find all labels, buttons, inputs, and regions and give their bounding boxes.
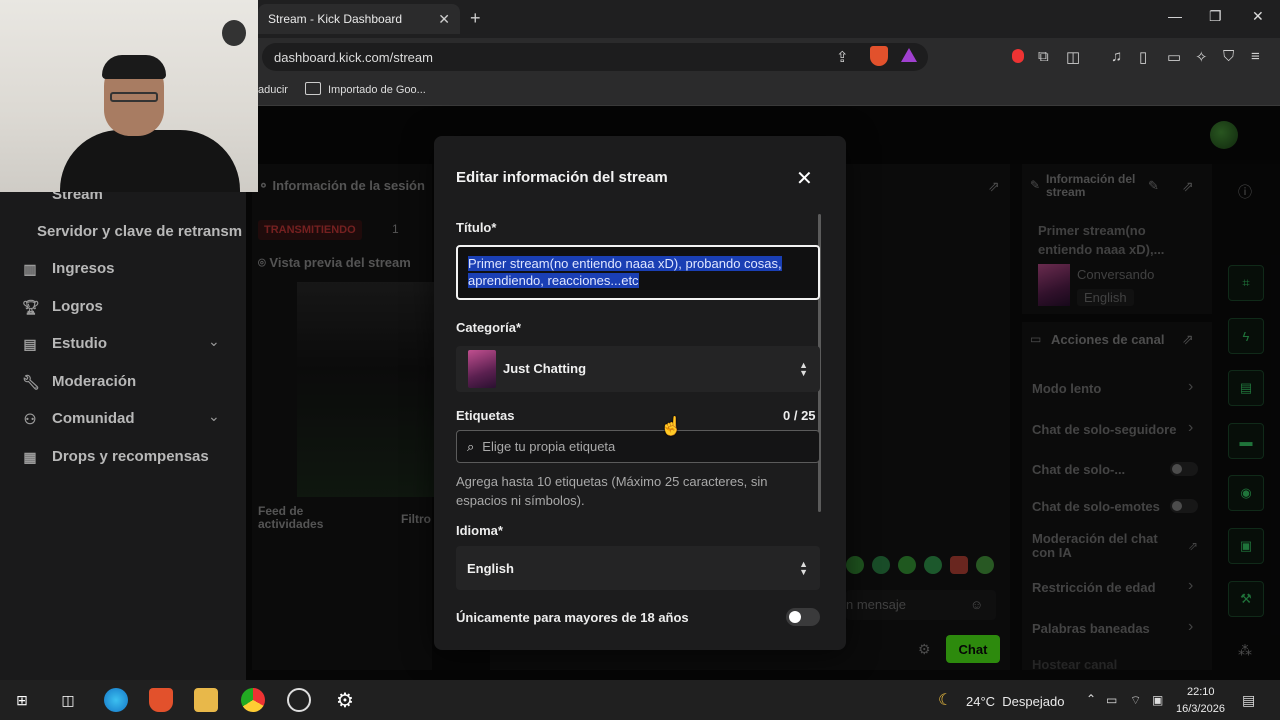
chevron-down-icon[interactable]: ⌄ [208,333,220,350]
brave-rewards-icon[interactable] [901,48,917,62]
url-text: dashboard.kick.com/stream [274,49,433,65]
sidebar-item-logros[interactable]: 🏆︎ Logros [22,298,103,315]
sidebar-icon[interactable]: ▯ [1139,48,1147,66]
edit-stream-modal: Editar información del stream ✕ Título* … [434,136,846,650]
leo-ai-icon[interactable]: ✧ [1195,48,1208,66]
url-field[interactable]: dashboard.kick.com/stream [262,43,928,71]
browser-tab[interactable]: Stream - Kick Dashboard ✕ [258,4,460,34]
studio-icon: ▤ [23,335,37,352]
windows-start-icon[interactable]: ⊞ [10,688,34,712]
bookmark-folder[interactable]: Importado de Goo... [328,84,426,96]
tags-label: Etiquetas [456,408,515,423]
task-view-icon[interactable]: ◫ [56,688,80,712]
media-icon[interactable]: ♫ [1111,48,1122,65]
sidebar-item-ingresos[interactable]: ▥ Ingresos [22,260,115,277]
share-icon[interactable]: ⇪ [836,48,849,66]
moon-weather-icon: ☾ [938,692,953,709]
tags-help-text: Agrega hasta 10 etiquetas (Máximo 25 car… [456,474,768,508]
sidebar-item-label: Logros [52,298,103,315]
wifi-icon[interactable]: ⌔ [1130,693,1141,708]
chart-icon: ▥ [23,260,37,277]
category-select[interactable]: Just Chatting ▲ ▼ [456,346,820,392]
tab-close-icon[interactable]: ✕ [438,11,450,28]
network-icon[interactable]: ▣ [1152,693,1163,707]
edge-icon[interactable] [104,688,128,712]
clock-date[interactable]: 16/3/2026 [1176,703,1225,715]
weather-text[interactable]: 24°C Despejado [966,694,1064,709]
sidebar-item-label: Moderación [52,373,137,390]
tags-count: 0 / 25 [783,408,816,423]
category-value: Just Chatting [503,361,587,376]
sidebar-item-drops[interactable]: ▦ Drops y recompensas [22,448,209,465]
trophy-icon: 🏆︎ [22,298,40,315]
menu-icon[interactable]: ≡ [1251,48,1260,65]
brave-icon[interactable] [149,688,173,712]
brave-shield-icon[interactable] [870,46,888,66]
screenshot-icon[interactable]: ◫ [1066,48,1080,66]
record-extension-icon[interactable] [1012,49,1024,63]
title-input-value: Primer stream(no entiendo naaa xD), prob… [468,256,782,288]
vpn-icon[interactable]: ⛉ [1223,48,1234,65]
maximize-icon[interactable]: ❐ [1209,8,1222,25]
sidebar-item-comunidad[interactable]: ⚇ Comunidad [22,410,135,427]
file-explorer-icon[interactable] [194,688,218,712]
sidebar-item-label: Drops y recompensas [52,448,209,465]
category-thumbnail [468,350,496,388]
select-arrows-icon: ▲ ▼ [799,360,808,378]
new-tab-button[interactable]: + [470,8,481,29]
sidebar-item-label: Comunidad [52,410,135,427]
webcam-person-glasses [110,92,158,102]
select-arrows-icon: ▲ ▼ [799,559,808,577]
tray-hardware-icon[interactable]: ▭ [1106,693,1117,707]
language-value: English [467,560,514,576]
webcam-background-object [222,20,246,46]
close-icon[interactable]: ✕ [796,166,813,191]
minimize-icon[interactable]: — [1168,8,1182,24]
category-label: Categoría* [456,320,522,335]
sidebar-item-label: Estudio [52,335,107,352]
bookmark-translate[interactable]: aducir [258,84,288,96]
wrench-icon: 🔧︎ [22,373,40,390]
modal-title: Editar información del stream [456,169,668,186]
tray-overflow-icon[interactable]: ⌃ [1086,692,1096,706]
tags-input-placeholder: Elige tu propia etiqueta [482,439,616,454]
adult-only-label: Únicamente para mayores de 18 años [456,610,689,625]
chrome-icon[interactable] [241,688,265,712]
webcam-overlay [0,0,258,192]
sidebar-item-estudio[interactable]: ▤ Estudio [22,335,107,352]
webcam-person-body [60,130,240,192]
sidebar-item-moderacion[interactable]: 🔧︎ Moderación [22,373,136,390]
tags-input[interactable]: ⌕ Elige tu propia etiqueta [456,430,820,463]
title-input[interactable]: Primer stream(no entiendo naaa xD), prob… [456,245,820,300]
chevron-down-icon[interactable]: ⌄ [208,408,220,425]
community-icon: ⚇ [23,410,37,427]
language-select[interactable]: English ▲ ▼ [456,546,820,590]
clock-time[interactable]: 22:10 [1187,686,1215,698]
notifications-icon[interactable]: ▤ [1242,692,1255,709]
window-close-icon[interactable]: ✕ [1252,8,1264,25]
search-icon: ⌕ [467,438,475,454]
adult-only-toggle[interactable] [786,608,820,626]
language-label: Idioma* [456,523,503,538]
sidebar-item-server-key[interactable]: Servidor y clave de retransm [37,223,245,240]
wallet-icon[interactable]: ▭ [1167,48,1181,66]
hand-cursor-icon: ☝ [660,416,683,436]
obs-icon[interactable] [287,688,311,712]
folder-icon [305,82,321,95]
webcam-person-hair [102,55,166,79]
extensions-icon[interactable]: ⧉ [1038,48,1049,65]
settings-gear-icon[interactable]: ⚙ [333,688,357,712]
gift-icon: ▦ [23,448,37,465]
sidebar-item-label: Ingresos [52,260,115,277]
tab-title: Stream - Kick Dashboard [268,12,403,26]
title-label: Título* [456,220,497,235]
